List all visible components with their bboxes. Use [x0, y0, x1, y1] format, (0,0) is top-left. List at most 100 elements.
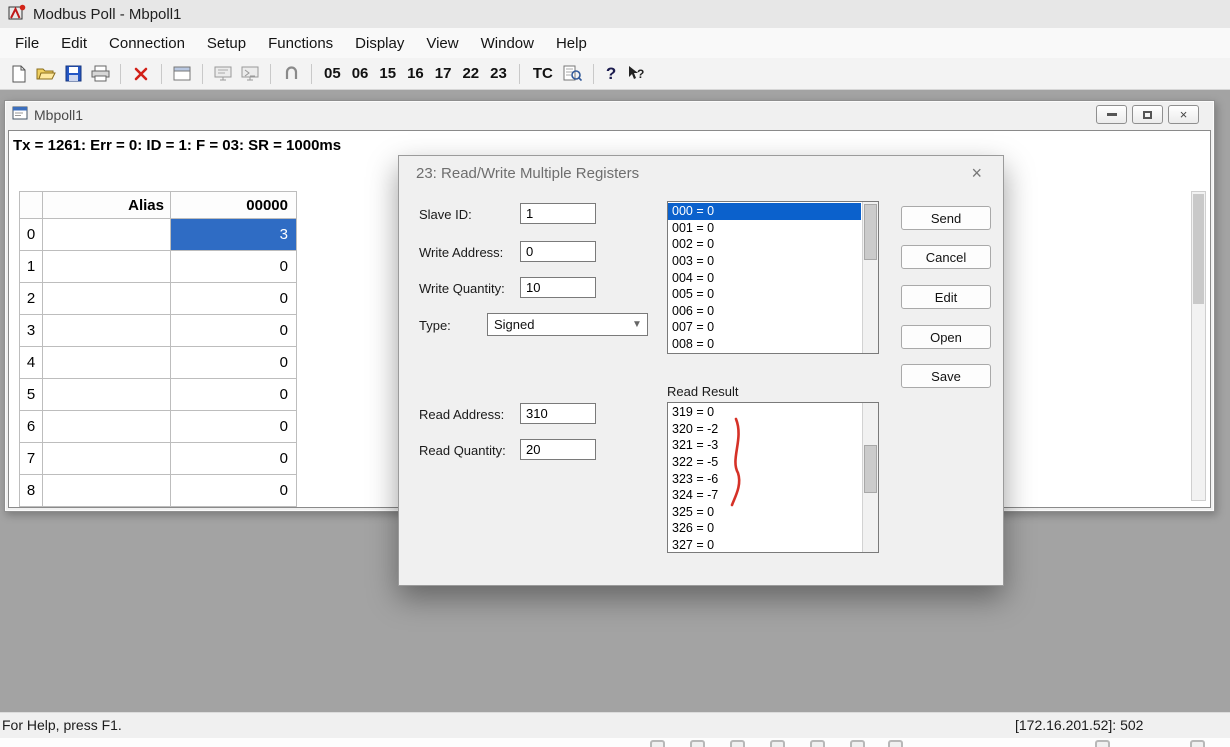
value-cell[interactable]: 0 — [171, 379, 297, 411]
write-quantity-field[interactable] — [520, 277, 596, 298]
new-file-icon[interactable] — [7, 62, 31, 86]
listbox-scrollbar[interactable] — [862, 403, 878, 552]
list-item[interactable]: 325 = 0 — [668, 504, 861, 521]
menu-display[interactable]: Display — [344, 30, 415, 57]
restore-button[interactable] — [1132, 105, 1163, 124]
alias-cell[interactable] — [43, 475, 171, 507]
alias-cell[interactable] — [43, 411, 171, 443]
save-icon[interactable] — [61, 62, 85, 86]
context-help-icon[interactable]: ? — [623, 62, 647, 86]
listbox-scrollbar[interactable] — [862, 202, 878, 353]
edit-button[interactable]: Edit — [901, 285, 991, 309]
list-item[interactable]: 324 = -7 — [668, 487, 861, 504]
list-item[interactable]: 327 = 0 — [668, 537, 861, 552]
menu-file[interactable]: File — [4, 30, 50, 57]
child-titlebar[interactable]: Mbpoll1 × — [5, 101, 1214, 128]
alias-cell[interactable] — [43, 347, 171, 379]
alias-cell[interactable] — [43, 283, 171, 315]
list-item[interactable]: 321 = -3 — [668, 437, 861, 454]
function-05-button[interactable]: 05 — [320, 63, 345, 84]
scrollbar-thumb[interactable] — [864, 445, 877, 493]
test-center-button[interactable]: TC — [528, 63, 558, 84]
value-cell[interactable]: 0 — [171, 347, 297, 379]
value-cell[interactable]: 0 — [171, 315, 297, 347]
write-address-field[interactable] — [520, 241, 596, 262]
slave-id-field[interactable] — [520, 203, 596, 224]
list-item[interactable]: 005 = 0 — [668, 286, 861, 303]
save-button[interactable]: Save — [901, 364, 991, 388]
alias-cell[interactable] — [43, 379, 171, 411]
poll-definition-icon[interactable] — [211, 62, 235, 86]
open-button[interactable]: Open — [901, 325, 991, 349]
list-item[interactable]: 007 = 0 — [668, 319, 861, 336]
type-dropdown[interactable]: Signed ▼ — [487, 313, 648, 336]
alias-column-header[interactable]: Alias — [43, 192, 171, 219]
menu-functions[interactable]: Functions — [257, 30, 344, 57]
list-item[interactable]: 323 = -6 — [668, 470, 861, 487]
read-quantity-field[interactable] — [520, 439, 596, 460]
print-icon[interactable] — [88, 62, 112, 86]
menu-connection[interactable]: Connection — [98, 30, 196, 57]
close-button[interactable]: × — [1168, 105, 1199, 124]
list-item[interactable]: 326 = 0 — [668, 520, 861, 537]
help-icon[interactable]: ? — [602, 64, 620, 84]
menu-view[interactable]: View — [415, 30, 469, 57]
function-06-button[interactable]: 06 — [348, 63, 373, 84]
window-setup-icon[interactable] — [170, 62, 194, 86]
menu-help[interactable]: Help — [545, 30, 598, 57]
list-item[interactable]: 002 = 0 — [668, 236, 861, 253]
menu-setup[interactable]: Setup — [196, 30, 257, 57]
value-cell[interactable]: 0 — [171, 251, 297, 283]
write-values-listbox[interactable]: 000 = 0 001 = 0 002 = 0 003 = 0 004 = 0 … — [667, 201, 879, 354]
list-item[interactable]: 006 = 0 — [668, 303, 861, 320]
list-item[interactable]: 004 = 0 — [668, 269, 861, 286]
titlebar[interactable]: Modbus Poll - Mbpoll1 — [0, 0, 1230, 28]
connect-icon[interactable] — [279, 62, 303, 86]
corner-header-cell[interactable] — [20, 192, 43, 219]
value-cell[interactable]: 0 — [171, 443, 297, 475]
row-header[interactable]: 3 — [20, 315, 43, 347]
row-header[interactable]: 1 — [20, 251, 43, 283]
list-item[interactable]: 320 = -2 — [668, 421, 861, 438]
communication-icon[interactable] — [238, 62, 262, 86]
list-item[interactable]: 000 = 0 — [668, 203, 861, 220]
list-item[interactable]: 322 = -5 — [668, 454, 861, 471]
value-cell[interactable]: 0 — [171, 411, 297, 443]
function-16-button[interactable]: 16 — [403, 63, 428, 84]
list-item[interactable]: 003 = 0 — [668, 253, 861, 270]
minimize-button[interactable] — [1096, 105, 1127, 124]
row-header[interactable]: 6 — [20, 411, 43, 443]
read-address-field[interactable] — [520, 403, 596, 424]
vertical-scrollbar[interactable] — [1191, 191, 1206, 501]
open-file-icon[interactable] — [34, 62, 58, 86]
row-header[interactable]: 5 — [20, 379, 43, 411]
alias-cell[interactable] — [43, 251, 171, 283]
function-23-button[interactable]: 23 — [486, 63, 511, 84]
function-15-button[interactable]: 15 — [375, 63, 400, 84]
function-22-button[interactable]: 22 — [458, 63, 483, 84]
list-item[interactable]: 008 = 0 — [668, 336, 861, 353]
function-17-button[interactable]: 17 — [431, 63, 456, 84]
read-result-listbox[interactable]: 319 = 0 320 = -2 321 = -3 322 = -5 323 =… — [667, 402, 879, 553]
send-button[interactable]: Send — [901, 206, 991, 230]
cancel-button[interactable]: Cancel — [901, 245, 991, 269]
alias-cell[interactable] — [43, 219, 171, 251]
close-icon[interactable]: × — [967, 163, 986, 184]
menu-window[interactable]: Window — [470, 30, 545, 57]
dialog-titlebar[interactable]: 23: Read/Write Multiple Registers × — [399, 156, 1003, 190]
row-header[interactable]: 4 — [20, 347, 43, 379]
row-header[interactable]: 2 — [20, 283, 43, 315]
value-cell[interactable]: 0 — [171, 475, 297, 507]
row-header[interactable]: 0 — [20, 219, 43, 251]
scrollbar-thumb[interactable] — [1193, 194, 1204, 304]
value-cell-selected[interactable]: 3 — [171, 219, 297, 251]
delete-icon[interactable] — [129, 62, 153, 86]
list-item[interactable]: 001 = 0 — [668, 220, 861, 237]
value-column-header[interactable]: 00000 — [171, 192, 297, 219]
scan-log-icon[interactable] — [561, 62, 585, 86]
alias-cell[interactable] — [43, 315, 171, 347]
row-header[interactable]: 8 — [20, 475, 43, 507]
scrollbar-thumb[interactable] — [864, 204, 877, 260]
list-item[interactable]: 319 = 0 — [668, 404, 861, 421]
row-header[interactable]: 7 — [20, 443, 43, 475]
